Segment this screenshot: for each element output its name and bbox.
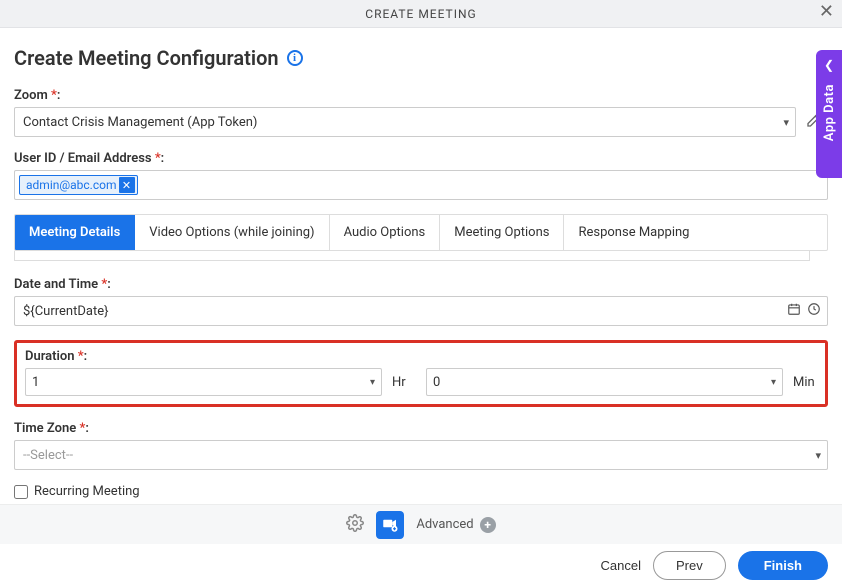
userid-tag: admin@abc.com ✕: [19, 175, 138, 195]
tab-body-edge: [14, 251, 810, 261]
duration-hours-select[interactable]: 1: [25, 368, 382, 396]
userid-label: User ID / Email Address *:: [14, 151, 828, 166]
tab-response-mapping[interactable]: Response Mapping: [564, 215, 703, 250]
footer-toolbar: Advanced +: [0, 504, 842, 544]
tabs: Meeting Details Video Options (while joi…: [14, 214, 828, 251]
recurring-checkbox[interactable]: [14, 485, 28, 499]
duration-minutes-select[interactable]: 0: [426, 368, 783, 396]
remove-tag-icon[interactable]: ✕: [119, 177, 135, 193]
content-area: Create Meeting Configuration i Zoom *: C…: [0, 28, 842, 499]
page-title: Create Meeting Configuration: [14, 46, 279, 70]
tab-video-options[interactable]: Video Options (while joining): [135, 215, 329, 250]
tab-meeting-details[interactable]: Meeting Details: [15, 215, 135, 250]
tab-meeting-options[interactable]: Meeting Options: [440, 215, 564, 250]
clock-icon[interactable]: [807, 302, 821, 320]
duration-label: Duration *:: [25, 349, 817, 364]
userid-row: User ID / Email Address *: admin@abc.com…: [14, 151, 828, 200]
duration-row-highlighted: Duration *: 1 Hr 0 Min: [14, 340, 828, 407]
timezone-select[interactable]: --Select--: [14, 440, 828, 470]
timezone-row: Time Zone *: --Select--: [14, 421, 828, 470]
zoom-row: Zoom *: Contact Crisis Management (App T…: [14, 88, 828, 137]
cancel-button[interactable]: Cancel: [601, 558, 641, 573]
min-unit: Min: [793, 375, 817, 390]
add-node-icon[interactable]: [376, 511, 404, 539]
dialog-title: CREATE MEETING: [365, 7, 476, 21]
gear-icon[interactable]: [346, 514, 364, 536]
page-title-row: Create Meeting Configuration i: [14, 46, 828, 70]
zoom-select[interactable]: Contact Crisis Management (App Token): [14, 107, 796, 137]
info-icon[interactable]: i: [287, 50, 303, 66]
recurring-label: Recurring Meeting: [34, 484, 140, 499]
prev-button[interactable]: Prev: [653, 551, 726, 580]
close-icon[interactable]: ✕: [819, 3, 834, 21]
recurring-row: Recurring Meeting: [14, 484, 828, 499]
calendar-icon[interactable]: [787, 302, 801, 320]
plus-icon: +: [480, 517, 496, 533]
hr-unit: Hr: [392, 375, 416, 390]
timezone-label: Time Zone *:: [14, 421, 828, 436]
side-panel-label: App Data: [822, 84, 837, 141]
footer-buttons: Cancel Prev Finish: [0, 544, 842, 586]
app-data-panel-toggle[interactable]: ❮ App Data: [816, 50, 842, 178]
chevron-left-icon: ❮: [824, 58, 834, 72]
datetime-input[interactable]: ${CurrentDate}: [14, 296, 828, 326]
datetime-value: ${CurrentDate}: [23, 304, 109, 319]
userid-input[interactable]: admin@abc.com ✕: [14, 170, 828, 200]
datetime-row: Date and Time *: ${CurrentDate}: [14, 277, 828, 326]
dialog-header: CREATE MEETING ✕: [0, 0, 842, 28]
datetime-label: Date and Time *:: [14, 277, 828, 292]
advanced-toggle[interactable]: Advanced +: [416, 517, 495, 533]
tab-audio-options[interactable]: Audio Options: [330, 215, 441, 250]
zoom-label: Zoom *:: [14, 88, 828, 103]
zoom-value: Contact Crisis Management (App Token): [23, 115, 257, 130]
finish-button[interactable]: Finish: [738, 551, 828, 580]
